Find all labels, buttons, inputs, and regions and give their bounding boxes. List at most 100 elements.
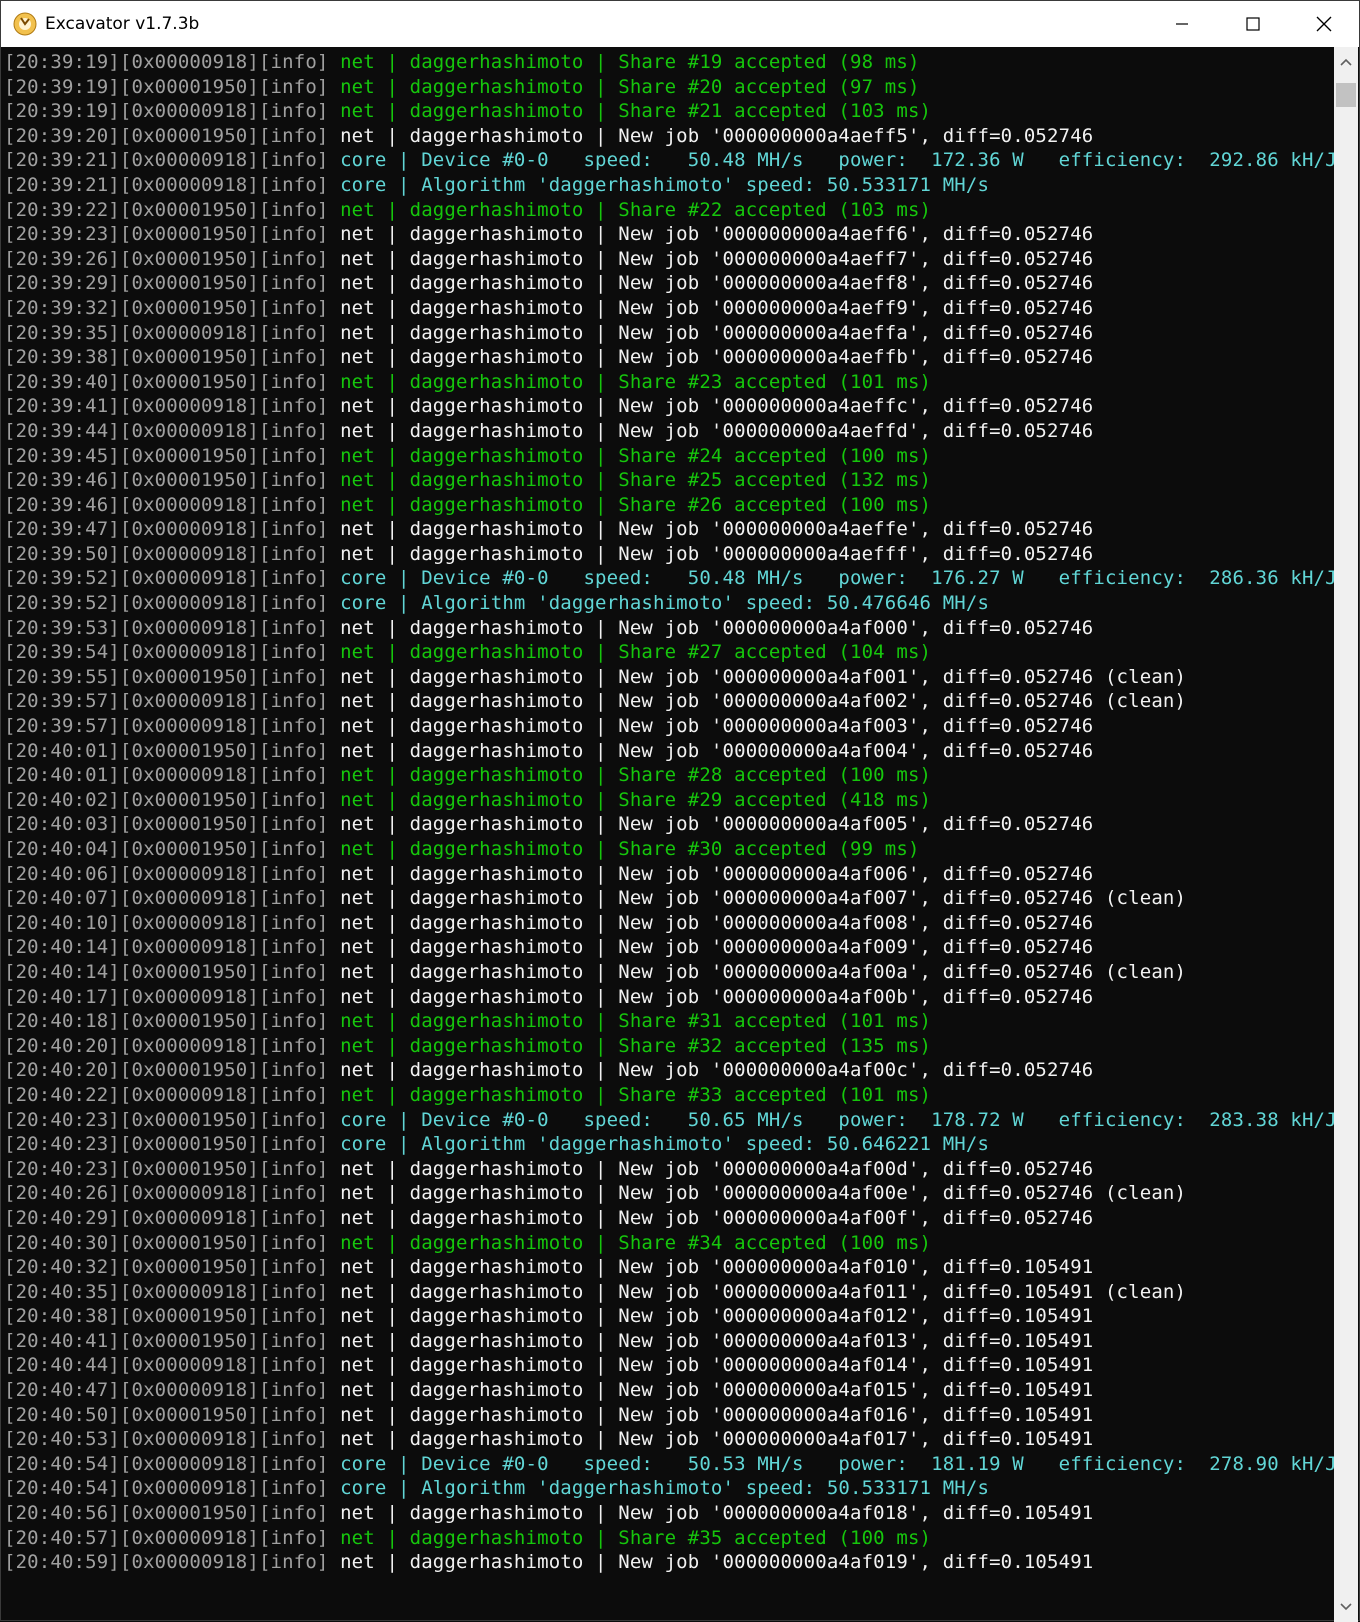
log-line: [20:39:55][0x00001950][info] net | dagge… [1, 665, 1334, 690]
log-line: [20:40:23][0x00001950][info] core | Algo… [1, 1132, 1334, 1157]
log-timestamp: [20:39:46][0x00000918][info] [4, 493, 329, 516]
log-line: [20:39:57][0x00000918][info] net | dagge… [1, 714, 1334, 739]
log-line: [20:39:26][0x00001950][info] net | dagge… [1, 247, 1334, 272]
log-line: [20:40:01][0x00000918][info] net | dagge… [1, 763, 1334, 788]
window-title: Excavator v1.7.3b [45, 14, 200, 34]
log-message: net | daggerhashimoto | Share #20 accept… [328, 75, 920, 98]
log-timestamp: [20:40:50][0x00001950][info] [4, 1403, 329, 1426]
log-timestamp: [20:40:01][0x00000918][info] [4, 764, 329, 787]
log-timestamp: [20:40:02][0x00001950][info] [4, 788, 329, 811]
log-line: [20:40:14][0x00000918][info] net | dagge… [1, 935, 1334, 960]
log-timestamp: [20:39:55][0x00001950][info] [4, 665, 329, 688]
log-line: [20:39:19][0x00000918][info] net | dagge… [1, 99, 1334, 124]
log-message: net | daggerhashimoto | New job '0000000… [328, 616, 1094, 639]
log-message: net | daggerhashimoto | Share #35 accept… [328, 1526, 932, 1549]
log-line: [20:39:52][0x00000918][info] core | Devi… [1, 566, 1334, 591]
log-line: [20:40:30][0x00001950][info] net | dagge… [1, 1231, 1334, 1256]
log-message: net | daggerhashimoto | New job '0000000… [328, 346, 1094, 369]
scroll-up-button[interactable] [1334, 47, 1358, 77]
log-timestamp: [20:39:22][0x00001950][info] [4, 198, 329, 221]
log-message: net | daggerhashimoto | Share #23 accept… [328, 370, 932, 393]
log-message: net | daggerhashimoto | New job '0000000… [328, 542, 1094, 565]
close-icon [1316, 16, 1331, 32]
log-timestamp: [20:40:03][0x00001950][info] [4, 813, 329, 836]
log-timestamp: [20:39:52][0x00000918][info] [4, 592, 329, 615]
log-message: net | daggerhashimoto | New job '0000000… [328, 665, 1187, 688]
log-timestamp: [20:40:20][0x00001950][info] [4, 1059, 329, 1082]
log-timestamp: [20:40:06][0x00000918][info] [4, 862, 329, 885]
log-message: net | daggerhashimoto | New job '0000000… [328, 1329, 1094, 1352]
log-timestamp: [20:40:01][0x00001950][info] [4, 739, 329, 762]
log-timestamp: [20:40:23][0x00001950][info] [4, 1133, 329, 1156]
log-line: [20:39:53][0x00000918][info] net | dagge… [1, 616, 1334, 641]
log-timestamp: [20:39:45][0x00001950][info] [4, 444, 329, 467]
log-line: [20:40:41][0x00001950][info] net | dagge… [1, 1329, 1334, 1354]
log-message: net | daggerhashimoto | New job '0000000… [328, 887, 1187, 910]
log-timestamp: [20:40:23][0x00001950][info] [4, 1108, 329, 1131]
log-line: [20:39:38][0x00001950][info] net | dagge… [1, 345, 1334, 370]
log-message: net | daggerhashimoto | New job '0000000… [328, 1379, 1094, 1402]
log-timestamp: [20:39:50][0x00000918][info] [4, 542, 329, 565]
log-line: [20:39:19][0x00000918][info] net | dagge… [1, 50, 1334, 75]
log-message: net | daggerhashimoto | Share #33 accept… [328, 1083, 932, 1106]
log-line: [20:40:22][0x00000918][info] net | dagge… [1, 1083, 1334, 1108]
log-timestamp: [20:39:40][0x00001950][info] [4, 370, 329, 393]
log-line: [20:39:46][0x00001950][info] net | dagge… [1, 468, 1334, 493]
log-message: core | Device #0-0 speed: 50.48 MH/s pow… [328, 567, 1334, 590]
log-line: [20:39:32][0x00001950][info] net | dagge… [1, 296, 1334, 321]
log-message: core | Algorithm 'daggerhashimoto' speed… [328, 592, 990, 615]
log-timestamp: [20:39:26][0x00001950][info] [4, 247, 329, 270]
log-line: [20:40:44][0x00000918][info] net | dagge… [1, 1353, 1334, 1378]
log-message: net | daggerhashimoto | New job '0000000… [328, 1059, 1094, 1082]
scrollbar-thumb[interactable] [1336, 83, 1356, 107]
log-timestamp: [20:40:29][0x00000918][info] [4, 1206, 329, 1229]
scroll-down-button[interactable] [1334, 1592, 1358, 1622]
log-timestamp: [20:39:21][0x00000918][info] [4, 173, 329, 196]
log-timestamp: [20:39:20][0x00001950][info] [4, 124, 329, 147]
log-timestamp: [20:40:47][0x00000918][info] [4, 1379, 329, 1402]
chevron-up-icon [1340, 58, 1352, 66]
log-line: [20:39:57][0x00000918][info] net | dagge… [1, 689, 1334, 714]
log-message: net | daggerhashimoto | New job '0000000… [328, 419, 1094, 442]
console-output[interactable]: [20:39:19][0x00000918][info] net | dagge… [1, 47, 1334, 1622]
log-line: [20:39:40][0x00001950][info] net | dagge… [1, 370, 1334, 395]
maximize-icon [1245, 17, 1260, 31]
log-timestamp: [20:39:52][0x00000918][info] [4, 567, 329, 590]
log-line: [20:40:23][0x00001950][info] net | dagge… [1, 1157, 1334, 1182]
title-bar[interactable]: Excavator v1.7.3b [1, 1, 1359, 47]
log-message: net | daggerhashimoto | New job '0000000… [328, 1551, 1094, 1574]
log-line: [20:39:19][0x00001950][info] net | dagge… [1, 75, 1334, 100]
log-message: net | daggerhashimoto | New job '0000000… [328, 223, 1094, 246]
log-message: net | daggerhashimoto | New job '0000000… [328, 1502, 1094, 1525]
log-line: [20:39:23][0x00001950][info] net | dagge… [1, 222, 1334, 247]
log-message: net | daggerhashimoto | Share #27 accept… [328, 641, 932, 664]
log-timestamp: [20:40:38][0x00001950][info] [4, 1305, 329, 1328]
maximize-button[interactable] [1217, 1, 1288, 47]
log-timestamp: [20:40:30][0x00001950][info] [4, 1231, 329, 1254]
log-timestamp: [20:39:38][0x00001950][info] [4, 346, 329, 369]
log-timestamp: [20:40:04][0x00001950][info] [4, 838, 329, 860]
log-line: [20:39:52][0x00000918][info] core | Algo… [1, 591, 1334, 616]
log-message: net | daggerhashimoto | New job '0000000… [328, 1280, 1187, 1303]
log-message: net | daggerhashimoto | New job '0000000… [328, 247, 1094, 270]
chevron-down-icon [1340, 1603, 1352, 1611]
log-message: net | daggerhashimoto | New job '0000000… [328, 395, 1094, 418]
close-button[interactable] [1288, 1, 1359, 47]
log-timestamp: [20:39:23][0x00001950][info] [4, 223, 329, 246]
log-timestamp: [20:40:22][0x00000918][info] [4, 1083, 329, 1106]
log-line: [20:40:29][0x00000918][info] net | dagge… [1, 1206, 1334, 1231]
log-message: net | daggerhashimoto | New job '0000000… [328, 862, 1094, 885]
log-line: [20:39:46][0x00000918][info] net | dagge… [1, 493, 1334, 518]
log-line: [20:40:18][0x00001950][info] net | dagge… [1, 1009, 1334, 1034]
log-message: net | daggerhashimoto | Share #21 accept… [328, 100, 932, 123]
log-message: net | daggerhashimoto | New job '0000000… [328, 1428, 1094, 1451]
vertical-scrollbar[interactable] [1334, 47, 1358, 1622]
log-line: [20:40:57][0x00000918][info] net | dagge… [1, 1526, 1334, 1551]
log-message: net | daggerhashimoto | Share #31 accept… [328, 1010, 932, 1033]
log-message: net | daggerhashimoto | New job '0000000… [328, 1305, 1094, 1328]
log-timestamp: [20:39:41][0x00000918][info] [4, 395, 329, 418]
log-timestamp: [20:39:57][0x00000918][info] [4, 715, 329, 738]
log-timestamp: [20:40:23][0x00001950][info] [4, 1157, 329, 1180]
minimize-button[interactable] [1146, 1, 1217, 47]
log-line: [20:40:03][0x00001950][info] net | dagge… [1, 812, 1334, 837]
